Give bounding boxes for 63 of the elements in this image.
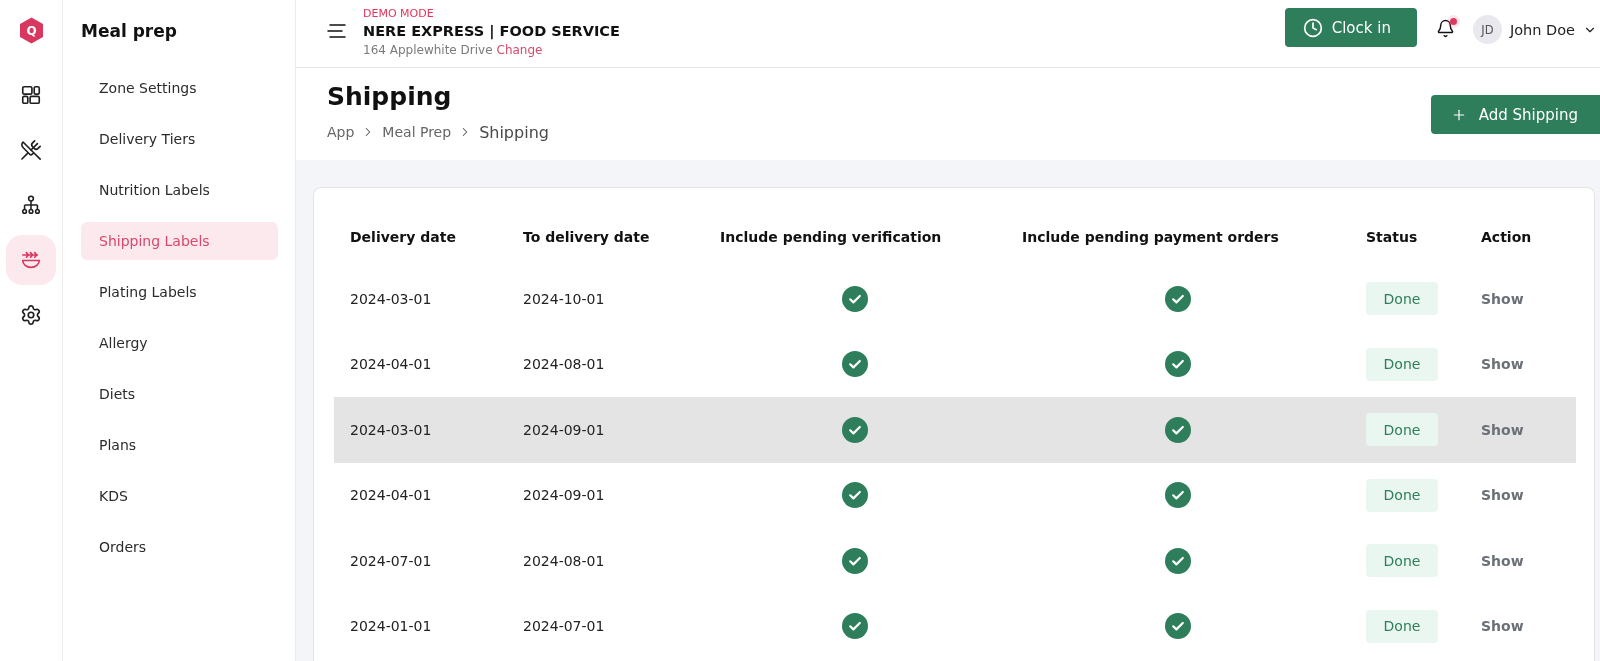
menu-icon[interactable] <box>327 23 346 38</box>
table-cell: 2024-07-01 <box>350 552 432 569</box>
table-cell: 2024-03-01 <box>350 421 432 438</box>
add-shipping-button[interactable]: Add Shipping <box>1430 95 1600 134</box>
sidebar-item[interactable]: Delivery Tiers <box>81 120 278 158</box>
bowl-icon <box>20 249 42 271</box>
show-link[interactable]: Show <box>1481 421 1524 438</box>
settings-icon <box>20 304 42 326</box>
demo-mode-label: DEMO MODE <box>363 6 434 20</box>
sidebar-item[interactable]: Allergy <box>81 324 278 362</box>
table-cell: 2024-07-01 <box>523 618 605 635</box>
breadcrumb-link[interactable]: App <box>327 124 355 140</box>
column-header: Action <box>1481 229 1532 245</box>
status-badge: Done <box>1366 478 1438 512</box>
show-link[interactable]: Show <box>1481 290 1524 307</box>
status-badge: Done <box>1366 413 1438 447</box>
change-link[interactable]: Change <box>496 41 543 58</box>
dashboard-grid-icon <box>20 84 42 106</box>
sidebar-title: Meal prep <box>81 20 178 43</box>
user-avatar: JD <box>1472 15 1502 44</box>
address-text: 164 Applewhite Drive <box>363 41 493 58</box>
hierarchy-icon <box>20 194 42 216</box>
column-header: Status <box>1366 229 1418 245</box>
current-page-text: Shipping <box>479 122 549 142</box>
user-name[interactable]: John Doe <box>1509 21 1575 38</box>
show-link[interactable]: Show <box>1481 487 1524 504</box>
sidebar-item[interactable]: Nutrition Labels <box>81 171 278 209</box>
breadcrumb-link[interactable]: Meal Prep <box>382 124 452 140</box>
table-cell: 2024-01-01 <box>350 618 432 635</box>
show-link[interactable]: Show <box>1481 552 1524 569</box>
column-header: Include pending verification <box>720 229 942 245</box>
show-link[interactable]: Show <box>1481 356 1524 373</box>
column-header: Delivery date <box>350 229 456 245</box>
status-badge: Done <box>1366 347 1438 381</box>
column-header: Include pending payment orders <box>1022 229 1279 245</box>
column-header: To delivery date <box>523 229 650 245</box>
status-badge: Done <box>1366 282 1438 316</box>
sidebar-item[interactable]: Plans <box>81 426 278 464</box>
sidebar-item[interactable]: Diets <box>81 375 278 413</box>
fork-knife-icon <box>20 139 42 161</box>
table-cell: 2024-09-01 <box>523 487 605 504</box>
table-cell: 2024-04-01 <box>350 487 432 504</box>
sidebar-item[interactable]: KDS <box>81 477 278 515</box>
status-badge: Done <box>1366 609 1438 643</box>
clock-icon <box>1302 17 1323 38</box>
sidebar-item[interactable]: Zone Settings <box>81 69 278 107</box>
table-row[interactable]: 2024-03-01 2024-09-01 Done Show <box>334 397 1576 463</box>
table-cell: 2024-10-01 <box>523 290 605 307</box>
table-cell: 2024-08-01 <box>523 552 605 569</box>
table-cell: 2024-04-01 <box>350 356 432 373</box>
status-badge: Done <box>1366 544 1438 578</box>
sidebar-item[interactable]: Orders <box>81 528 278 566</box>
clock-in-button[interactable]: Clock in <box>1284 8 1417 47</box>
logo: Q <box>18 17 44 44</box>
sidebar-item[interactable]: Plating Labels <box>81 273 278 311</box>
table-cell: 2024-08-01 <box>523 356 605 373</box>
sidebar-item[interactable]: Shipping Labels <box>81 222 278 260</box>
table-cell: 2024-03-01 <box>350 290 432 307</box>
show-link[interactable]: Show <box>1481 618 1524 635</box>
page-title: Shipping <box>327 81 453 113</box>
business-name: NERE EXPRESS | FOOD SERVICE <box>363 21 620 42</box>
table-cell: 2024-09-01 <box>523 421 605 438</box>
bell-icon <box>1436 19 1456 38</box>
